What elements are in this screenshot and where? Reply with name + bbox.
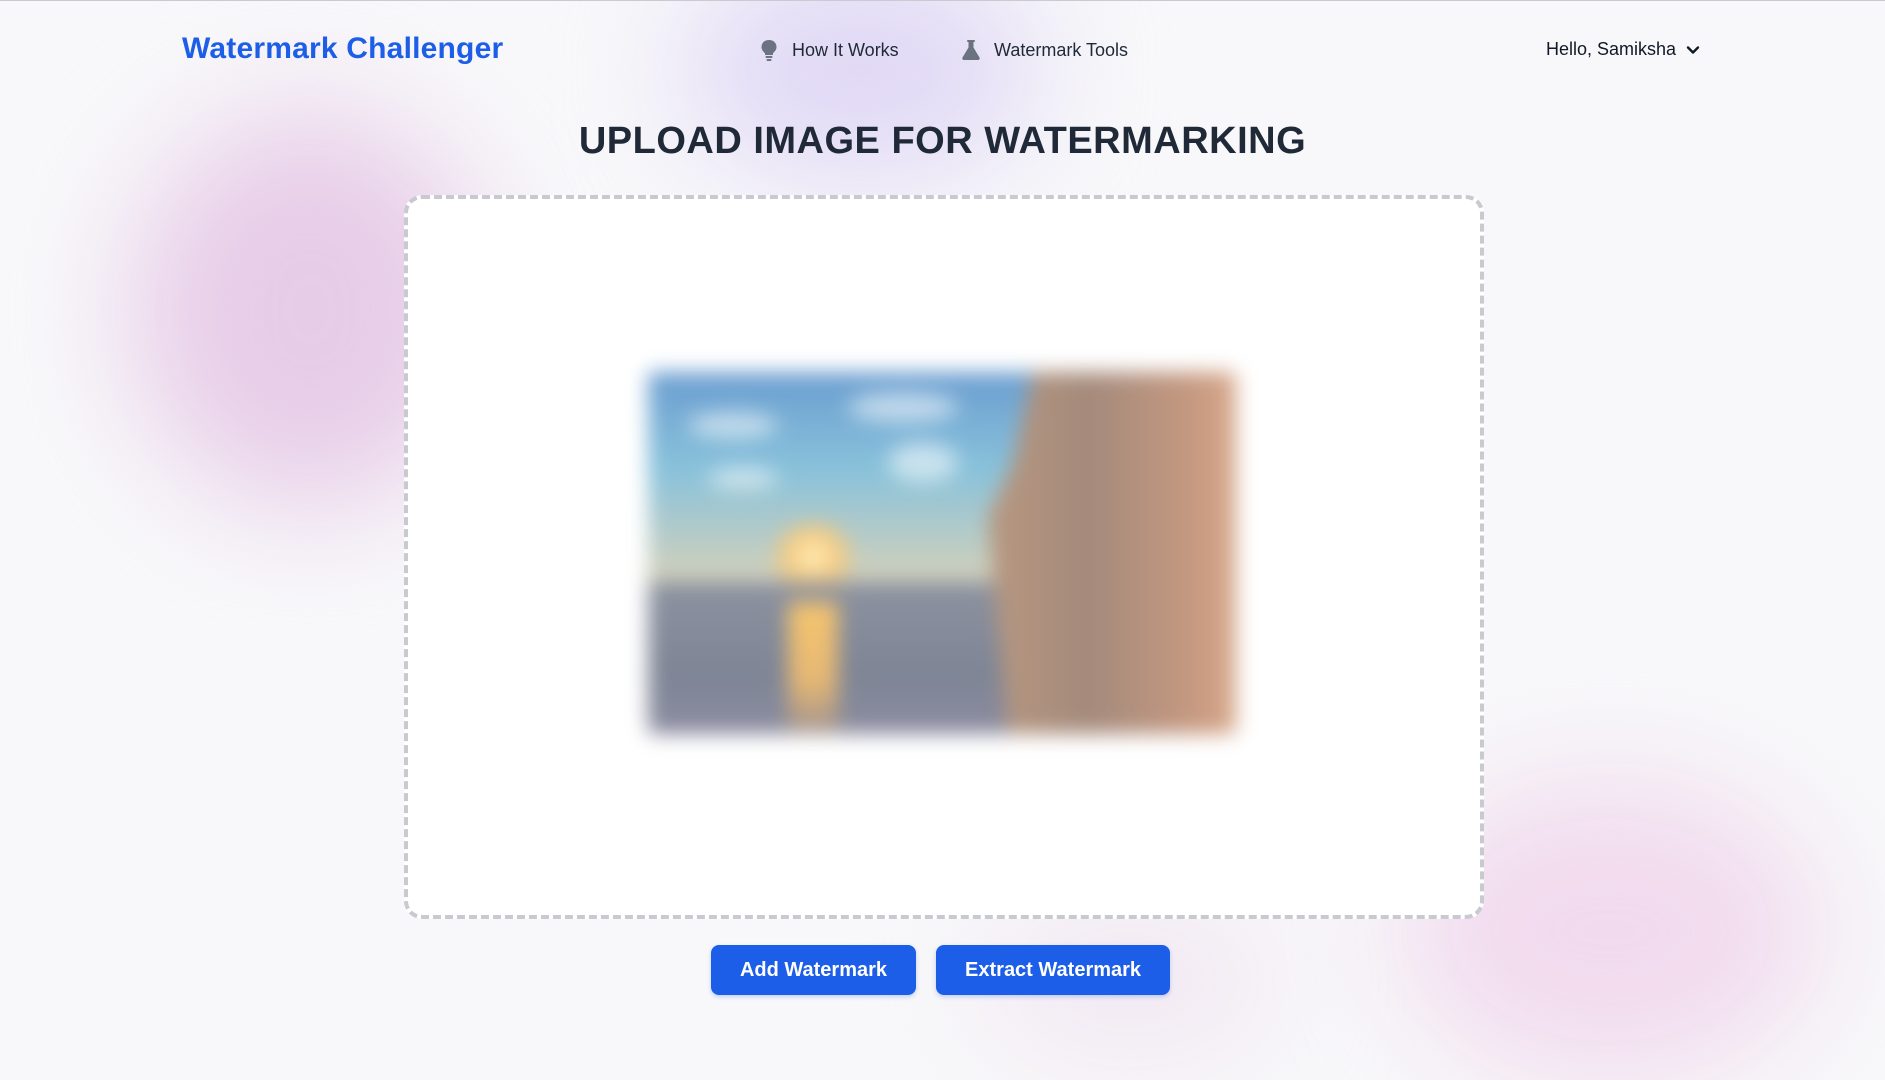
add-watermark-button[interactable]: Add Watermark bbox=[710, 945, 917, 995]
uploaded-image-preview bbox=[648, 372, 1236, 734]
user-menu[interactable]: Hello, Samiksha bbox=[1546, 39, 1700, 60]
flask-icon bbox=[960, 38, 982, 62]
navbar: Watermark Challenger How It Works Waterm… bbox=[0, 0, 1885, 100]
page-title: UPLOAD IMAGE FOR WATERMARKING bbox=[578, 120, 1307, 162]
nav-watermark-tools-label: Watermark Tools bbox=[994, 39, 1129, 60]
extract-watermark-button[interactable]: Extract Watermark bbox=[936, 945, 1171, 995]
nav-how-it-works-label: How It Works bbox=[792, 39, 899, 60]
lightbulb-icon bbox=[758, 38, 780, 62]
brand-logo[interactable]: Watermark Challenger bbox=[182, 32, 503, 66]
nav-watermark-tools[interactable]: Watermark Tools bbox=[960, 38, 1128, 62]
nav-how-it-works[interactable]: How It Works bbox=[758, 38, 899, 62]
user-greeting: Hello, Samiksha bbox=[1546, 39, 1677, 59]
action-buttons: Add Watermark Extract Watermark bbox=[0, 945, 1883, 995]
chevron-down-icon bbox=[1686, 39, 1700, 60]
